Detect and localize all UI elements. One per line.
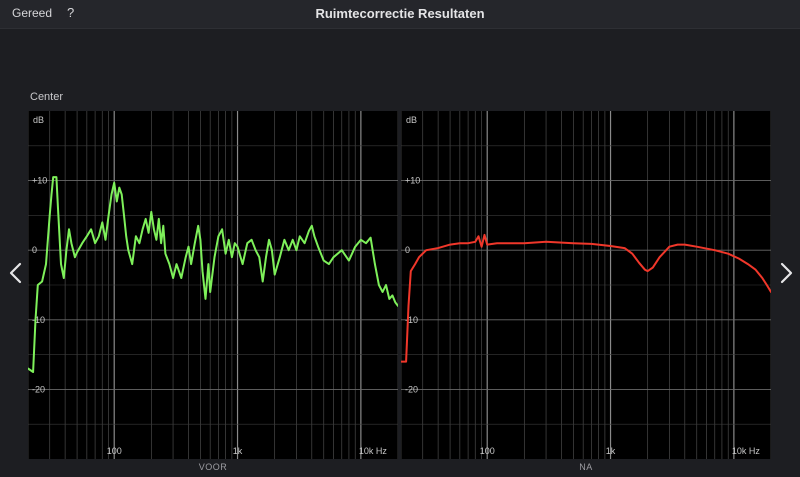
page-title: Ruimtecorrectie Resultaten — [315, 6, 485, 21]
before-chart: dB +10 0 -10 -20 100 1k 10k Hz — [28, 111, 398, 459]
y-tick-label: +10 — [32, 176, 47, 186]
x-tick-label: 10k Hz — [359, 446, 388, 456]
y-tick-label: -20 — [32, 384, 45, 394]
x-tick-label: 100 — [480, 446, 495, 456]
chart-panel-before: dB +10 0 -10 -20 100 1k 10k Hz — [28, 111, 398, 459]
y-tick-label: -10 — [32, 315, 45, 325]
y-axis-unit-label: dB — [33, 115, 44, 125]
chart-panel-after: dB +10 0 -10 -20 100 1k 10k Hz — [401, 111, 771, 459]
after-chart: dB+100-10-20100 1k 10k Hz — [401, 111, 771, 459]
x-tick-label: 1k — [606, 446, 616, 456]
y-tick-label: 0 — [405, 245, 410, 255]
before-panel-label: VOOR — [198, 462, 228, 472]
before-response-line — [28, 176, 398, 373]
x-tick-label: 100 — [107, 446, 122, 456]
chevron-right-icon — [780, 262, 793, 284]
x-tick-label: 10k Hz — [732, 446, 761, 456]
next-button[interactable] — [775, 260, 797, 286]
chevron-left-icon — [9, 262, 22, 284]
after-panel-label: NA — [579, 462, 593, 472]
y-tick-label: 0 — [32, 245, 37, 255]
y-tick-label: +10 — [405, 176, 420, 186]
y-axis-unit-label: dB — [406, 115, 417, 125]
top-toolbar: Gereed ? Ruimtecorrectie Resultaten — [0, 0, 800, 29]
grid-lines — [28, 111, 398, 459]
y-tick-label: -20 — [405, 384, 418, 394]
channel-label: Center — [30, 91, 64, 103]
x-tick-label: 1k — [233, 446, 243, 456]
grid-lines — [401, 111, 771, 459]
previous-button[interactable] — [5, 260, 27, 286]
after-response-line — [401, 233, 771, 363]
